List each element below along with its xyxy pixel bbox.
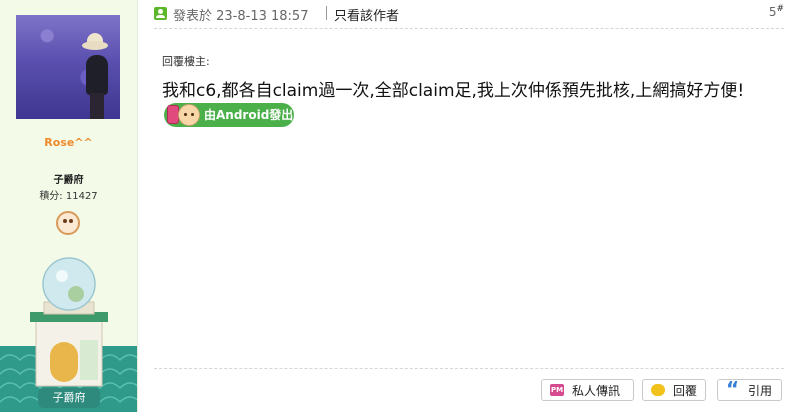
android-source-label: 由Android發出 <box>204 108 294 122</box>
pm-button[interactable]: 私人傳訊 <box>541 379 634 401</box>
author-only-link[interactable]: 只看該作者 <box>334 5 399 24</box>
tower-door <box>50 342 78 382</box>
online-status-icon <box>154 7 167 20</box>
floor-number-symbol: # <box>776 4 784 14</box>
rank-title: 子爵府 <box>53 175 84 186</box>
glass-orb <box>42 257 96 311</box>
floor-number[interactable]: 5# <box>769 4 784 19</box>
reply-to-label: 回覆樓主: <box>162 55 210 68</box>
points: 積分: 11427 <box>39 191 98 202</box>
orb-plant <box>68 286 84 302</box>
username[interactable]: Rose^^ <box>0 136 137 149</box>
post-date: 發表於 23-8-13 18:57 <box>173 9 309 24</box>
quote-icon <box>726 378 740 400</box>
post-panel: 發表於 23-8-13 18:57 只看該作者 5# 回覆樓主: 我和c6,都各… <box>138 0 800 412</box>
quote-button-label: 引用 <box>748 384 773 398</box>
quote-button[interactable]: 引用 <box>717 378 782 401</box>
pm-icon <box>550 384 564 396</box>
rank-badge-label: 子爵府 <box>38 388 100 408</box>
mascot-icon <box>178 104 200 126</box>
footer-divider <box>154 368 784 369</box>
reply-button[interactable]: 回覆 <box>642 379 706 401</box>
pm-button-label: 私人傳訊 <box>572 384 621 398</box>
speech-bubble-icon <box>651 384 665 396</box>
avatar-figure <box>86 55 108 95</box>
orb-highlight <box>56 270 68 282</box>
author-sidebar: Rose^^ 子爵府 積分: 11427 子爵府 <box>0 0 138 412</box>
avatar-hat <box>82 41 108 50</box>
post-body: 我和c6,都各自claim過一次,全部claim足,我上次仲係預先批核,上網搞好… <box>162 81 745 101</box>
reply-button-label: 回覆 <box>673 384 698 398</box>
avatar-legs <box>90 93 104 119</box>
header-divider <box>326 6 327 20</box>
tower-side-panel <box>80 340 98 380</box>
avatar[interactable] <box>16 15 120 119</box>
android-source-badge[interactable]: 由Android發出 <box>164 103 294 127</box>
post-header: 發表於 23-8-13 18:57 只看該作者 5# <box>154 0 784 29</box>
medal-icon <box>56 211 80 235</box>
